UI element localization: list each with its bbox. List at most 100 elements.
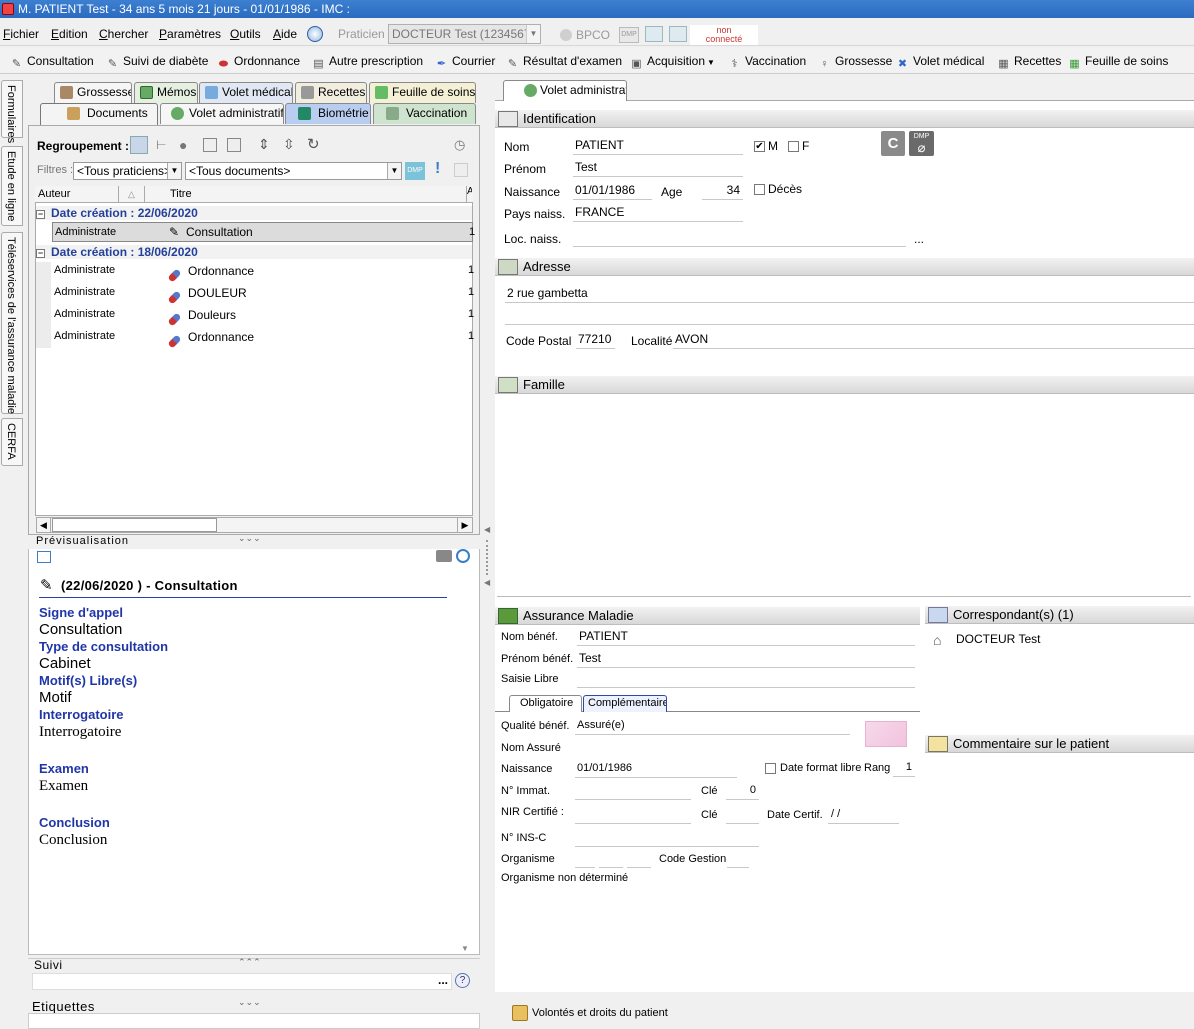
card-reader-icon[interactable] (645, 26, 663, 42)
side-tab-teleservices[interactable]: Téléservices de l'assurance maladie (1, 232, 23, 414)
column-extra[interactable]: A (466, 186, 472, 203)
organisme-field-1[interactable] (575, 850, 595, 868)
tab-memos[interactable]: Mémos (134, 82, 198, 103)
address-line1-field[interactable]: 2 rue gambetta (505, 285, 1194, 303)
splitter-left-arrow-icon[interactable]: ◀ (484, 578, 490, 587)
prenom-field[interactable]: Test (573, 159, 743, 177)
tab-vaccination[interactable]: Vaccination (373, 103, 476, 124)
toolbar-vaccination[interactable]: ⚕ Vaccination (728, 54, 807, 71)
collapse-chevrons-icon[interactable]: ⌄⌄⌄ (238, 533, 261, 544)
table-row[interactable]: Administrate ✎ Consultation 1 (52, 222, 475, 242)
toolbar-recettes[interactable]: ▦ Recettes (997, 54, 1061, 71)
tab-documents[interactable]: Documents (40, 103, 158, 125)
refresh-icon[interactable]: ↻ (307, 135, 320, 153)
sex-m-checkbox[interactable]: ✔ (754, 141, 765, 152)
toolbar-suivi-diabete[interactable]: ✎ Suivi de diabète (106, 54, 209, 71)
suivi-field[interactable] (32, 973, 452, 990)
dmp-button[interactable]: DMP (619, 27, 639, 43)
tab-grossesse[interactable]: Grossesse (54, 82, 132, 103)
tree-icon[interactable]: ⊢ (156, 138, 168, 152)
date-format-libre-checkbox[interactable] (765, 763, 776, 774)
table-row[interactable]: Administrate Douleurs 1 (52, 305, 474, 327)
c-badge[interactable]: C (881, 131, 905, 156)
immat-field[interactable] (575, 782, 691, 800)
scroll-right-arrow-icon[interactable]: ▶ (457, 518, 472, 532)
toolbar-courrier[interactable]: ✒ Courrier (435, 54, 495, 71)
filter-documents-select[interactable]: <Tous documents> ▼ (185, 162, 402, 180)
cle2-field[interactable] (726, 806, 759, 824)
table-row[interactable]: Administrate Ordonnance 1 (52, 327, 474, 349)
toolbar-autre-prescription[interactable]: ▤ Autre prescription (312, 54, 423, 71)
table-row[interactable]: Administrate Ordonnance 1 (52, 261, 474, 283)
date-certif-field[interactable]: / / (828, 806, 899, 824)
tab-feuille-soins[interactable]: Feuille de soins (369, 82, 476, 103)
saisie-libre-field[interactable] (577, 670, 915, 688)
zoom-icon[interactable] (456, 549, 470, 563)
cle-field[interactable]: 0 (726, 782, 759, 800)
volontes-link[interactable]: Volontés et droits du patient (532, 1007, 668, 1019)
tab-recettes[interactable]: Recettes (295, 82, 367, 103)
clock-icon[interactable]: ◷ (454, 137, 465, 153)
calendar-group-icon[interactable] (130, 136, 148, 154)
menu-fichier[interactable]: Fichier (3, 27, 39, 41)
tab-volet-medical[interactable]: Volet médical (199, 82, 293, 103)
menu-aide[interactable]: Aide (273, 27, 297, 41)
help-icon[interactable]: ? (455, 973, 470, 988)
insc-field[interactable] (575, 829, 759, 847)
column-titre[interactable]: Titre (170, 188, 192, 200)
group-header[interactable]: − Date création : 18/06/2020 (36, 245, 472, 259)
sex-f-checkbox[interactable] (788, 141, 799, 152)
expand-preview-icon[interactable] (37, 551, 51, 563)
scrollbar-thumb[interactable] (52, 518, 217, 532)
toolbar-ordonnance[interactable]: ⬬ Ordonnance (217, 54, 300, 71)
code-gestion-field[interactable] (727, 850, 749, 868)
nir-field[interactable] (575, 806, 691, 824)
naissance-assure-field[interactable]: 01/01/1986 (575, 760, 737, 778)
menu-chercher[interactable]: Chercher (99, 27, 148, 41)
toolbar-volet-medical[interactable]: ✖ Volet médical (896, 54, 984, 71)
person-icon[interactable]: ● (179, 137, 193, 153)
organisme-field-2[interactable] (599, 850, 623, 868)
side-tab-cerfa[interactable]: CERFA (1, 418, 23, 466)
praticien-select[interactable]: DOCTEUR Test (12345678 ▼ (388, 24, 541, 44)
toolbar-acquisition[interactable]: ▣ Acquisition ▼ (630, 54, 715, 71)
group-header[interactable]: − Date création : 22/06/2020 (36, 206, 472, 220)
pays-field[interactable]: FRANCE (573, 204, 743, 222)
bpco-button[interactable]: BPCO (560, 28, 610, 42)
globe-icon[interactable] (307, 26, 323, 42)
splitter-handle[interactable] (486, 540, 488, 575)
localite-field[interactable]: AVON (673, 331, 1194, 349)
tab-biometrie[interactable]: Biométrie (285, 103, 371, 124)
side-tab-formulaires[interactable]: Formulaires (1, 80, 23, 143)
address-line2-field[interactable] (505, 307, 1194, 325)
prenom-benef-field[interactable]: Test (577, 650, 915, 668)
alert-icon[interactable]: ! (435, 160, 440, 178)
tab-complementaire[interactable]: Complémentaire (583, 695, 667, 712)
tab-obligatoire[interactable]: Obligatoire (509, 695, 582, 712)
dmp-filter-button[interactable]: DMP (405, 162, 425, 180)
loc-more-button[interactable]: ... (914, 232, 924, 246)
sort-ascending-icon[interactable]: △ (118, 186, 145, 203)
nom-field[interactable]: PATIENT (573, 137, 743, 155)
menu-edition[interactable]: Edition (51, 27, 88, 41)
loc-field[interactable] (573, 229, 906, 247)
toolbar-feuille-soins[interactable]: ▦ Feuille de soins (1068, 54, 1168, 71)
calendar-icon[interactable] (203, 138, 217, 152)
nom-benef-field[interactable]: PATIENT (577, 628, 915, 646)
vitale-card-icon[interactable] (865, 721, 907, 747)
filter-praticiens-select[interactable]: <Tous praticiens> ▼ (73, 162, 182, 180)
rang-field[interactable]: 1 (893, 759, 915, 777)
correspondant-item[interactable]: DOCTEUR Test (956, 632, 1040, 646)
naissance-field[interactable]: 01/01/1986 (573, 182, 652, 200)
printer-icon[interactable] (436, 550, 452, 562)
age-field[interactable]: 34 (702, 182, 743, 200)
calendar-clock-icon[interactable] (227, 138, 241, 152)
scroll-left-arrow-icon[interactable]: ◀ (37, 518, 51, 532)
dmp-badge[interactable]: DMP ⌀ (909, 131, 934, 156)
tab-admin-volet[interactable]: Volet administratif (503, 80, 627, 101)
toolbar-grossesse[interactable]: ♀ Grossesse (818, 54, 892, 71)
code-postal-field[interactable]: 77210 (576, 331, 615, 349)
toolbar-consultation[interactable]: ✎ Consultation (10, 54, 94, 71)
tab-volet-administratif[interactable]: Volet administratif (160, 103, 284, 124)
clear-filter-icon[interactable] (454, 163, 468, 177)
